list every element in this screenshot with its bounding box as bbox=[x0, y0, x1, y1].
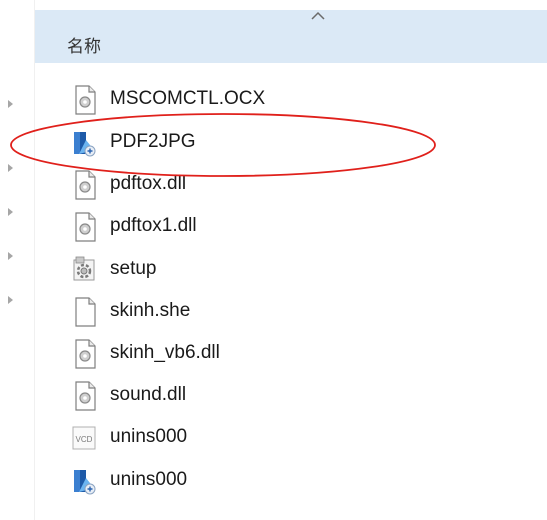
file-name: sound.dll bbox=[110, 384, 187, 405]
file-name: unins000 bbox=[110, 426, 188, 447]
dll-gear-icon bbox=[75, 339, 96, 369]
svg-text:VCD: VCD bbox=[76, 435, 93, 444]
sort-ascending-icon bbox=[311, 11, 325, 20]
file-name: pdftox1.dll bbox=[110, 215, 197, 236]
blank-file-icon bbox=[75, 297, 96, 327]
file-row[interactable]: sound.dll bbox=[70, 379, 490, 413]
app-installer-icon bbox=[74, 470, 96, 495]
expand-arrow-icon[interactable] bbox=[8, 252, 13, 260]
file-row[interactable]: unins000 bbox=[70, 464, 490, 498]
dll-gear-icon bbox=[75, 85, 96, 115]
file-name: MSCOMCTL.OCX bbox=[110, 88, 266, 109]
file-name: skinh.she bbox=[110, 300, 191, 321]
expand-arrow-icon[interactable] bbox=[8, 296, 13, 304]
expand-arrow-icon[interactable] bbox=[8, 164, 13, 172]
file-name: pdftox.dll bbox=[110, 173, 187, 194]
file-row[interactable]: skinh.she bbox=[70, 295, 490, 329]
pane-divider[interactable] bbox=[34, 0, 35, 520]
dll-gear-icon bbox=[75, 381, 96, 411]
setup-gear-icon bbox=[73, 256, 95, 281]
column-header-label: 名称 bbox=[67, 37, 101, 57]
dll-gear-icon bbox=[75, 170, 96, 200]
file-name: PDF2JPG bbox=[110, 131, 196, 152]
dll-gear-icon bbox=[75, 212, 96, 242]
navigation-pane bbox=[0, 0, 34, 520]
file-row[interactable]: PDF2JPG bbox=[70, 126, 490, 160]
file-row[interactable]: pdftox.dll bbox=[70, 168, 490, 202]
file-name: unins000 bbox=[110, 469, 188, 490]
expand-arrow-icon[interactable] bbox=[8, 100, 13, 108]
file-row[interactable]: pdftox1.dll bbox=[70, 210, 490, 244]
file-row[interactable]: MSCOMCTL.OCX bbox=[70, 83, 490, 117]
expand-arrow-icon[interactable] bbox=[8, 208, 13, 216]
file-name: setup bbox=[110, 258, 157, 279]
file-row[interactable]: VCD unins000 bbox=[70, 421, 490, 455]
vcd-file-icon: VCD bbox=[72, 426, 96, 450]
file-name: skinh_vb6.dll bbox=[110, 342, 220, 363]
column-header-name[interactable]: 名称 bbox=[35, 10, 547, 63]
file-row[interactable]: setup bbox=[70, 253, 490, 287]
app-installer-icon bbox=[74, 132, 96, 157]
file-row[interactable]: skinh_vb6.dll bbox=[70, 337, 490, 371]
